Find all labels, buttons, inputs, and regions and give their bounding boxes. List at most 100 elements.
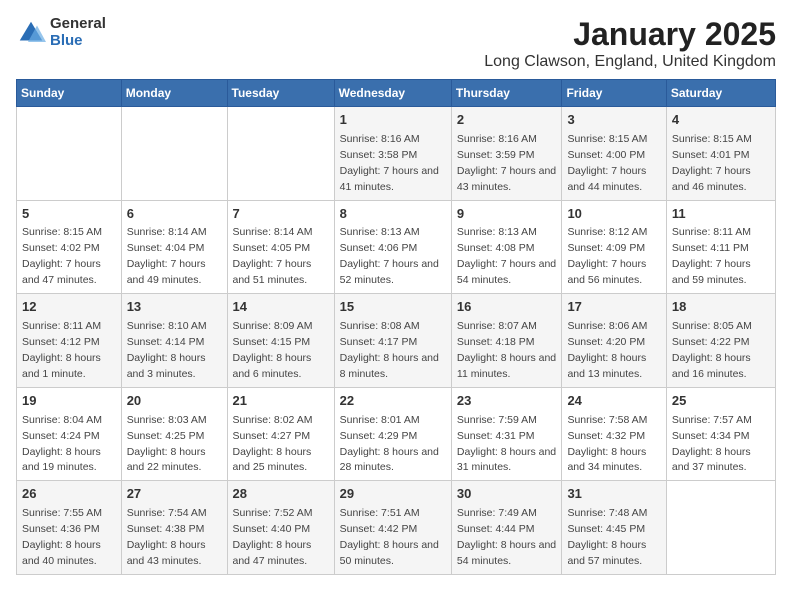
day-number: 14 (233, 298, 329, 317)
day-number: 1 (340, 111, 446, 130)
day-info: Sunrise: 8:16 AMSunset: 3:59 PMDaylight:… (457, 133, 556, 193)
day-info: Sunrise: 8:10 AMSunset: 4:14 PMDaylight:… (127, 320, 207, 380)
day-number: 6 (127, 205, 222, 224)
calendar-cell: 20Sunrise: 8:03 AMSunset: 4:25 PMDayligh… (121, 387, 227, 481)
day-info: Sunrise: 7:58 AMSunset: 4:32 PMDaylight:… (567, 414, 647, 474)
calendar-week-row: 26Sunrise: 7:55 AMSunset: 4:36 PMDayligh… (17, 481, 776, 575)
calendar-cell: 4 Sunrise: 8:15 AMSunset: 4:01 PMDaylight… (666, 107, 775, 201)
day-info: Sunrise: 8:16 AMSunset: 3:58 PMDaylight:… (340, 133, 439, 193)
day-number: 8 (340, 205, 446, 224)
calendar-cell: 16 Sunrise: 8:07 AMSunset: 4:18 PMDayligh… (451, 294, 562, 388)
day-number: 12 (22, 298, 116, 317)
day-number: 22 (340, 392, 446, 411)
day-number: 5 (22, 205, 116, 224)
calendar-cell: 25 Sunrise: 7:57 AMSunset: 4:34 PMDayligh… (666, 387, 775, 481)
main-title: January 2025 (484, 16, 776, 53)
header-day: Thursday (451, 80, 562, 107)
day-info: Sunrise: 8:06 AMSunset: 4:20 PMDaylight:… (567, 320, 647, 380)
header-day: Monday (121, 80, 227, 107)
calendar-cell: 22 Sunrise: 8:01 AMSunset: 4:29 PMDayligh… (334, 387, 451, 481)
calendar-cell: 10Sunrise: 8:12 AMSunset: 4:09 PMDayligh… (562, 200, 666, 294)
calendar-cell: 1 Sunrise: 8:16 AMSunset: 3:58 PMDaylight… (334, 107, 451, 201)
calendar-cell (666, 481, 775, 575)
calendar-cell: 12 Sunrise: 8:11 AMSunset: 4:12 PMDayligh… (17, 294, 122, 388)
day-info: Sunrise: 7:48 AMSunset: 4:45 PMDaylight:… (567, 507, 647, 567)
day-info: Sunrise: 8:05 AMSunset: 4:22 PMDaylight:… (672, 320, 752, 380)
logo-general: General (50, 16, 106, 33)
day-info: Sunrise: 8:12 AMSunset: 4:09 PMDaylight:… (567, 226, 647, 286)
calendar-cell: 28 Sunrise: 7:52 AMSunset: 4:40 PMDayligh… (227, 481, 334, 575)
day-info: Sunrise: 8:15 AMSunset: 4:02 PMDaylight:… (22, 226, 102, 286)
day-number: 16 (457, 298, 557, 317)
calendar-cell: 19Sunrise: 8:04 AMSunset: 4:24 PMDayligh… (17, 387, 122, 481)
day-number: 30 (457, 485, 557, 504)
day-number: 23 (457, 392, 557, 411)
title-area: January 2025 Long Clawson, England, Unit… (484, 16, 776, 71)
day-info: Sunrise: 8:15 AMSunset: 4:01 PMDaylight:… (672, 133, 752, 193)
calendar-cell: 30 Sunrise: 7:49 AMSunset: 4:44 PMDayligh… (451, 481, 562, 575)
day-info: Sunrise: 7:51 AMSunset: 4:42 PMDaylight:… (340, 507, 439, 567)
calendar-cell: 11Sunrise: 8:11 AMSunset: 4:11 PMDayligh… (666, 200, 775, 294)
day-number: 26 (22, 485, 116, 504)
calendar-cell: 7 Sunrise: 8:14 AMSunset: 4:05 PMDaylight… (227, 200, 334, 294)
header: General Blue January 2025 Long Clawson, … (16, 16, 776, 71)
day-number: 25 (672, 392, 770, 411)
calendar-cell: 29 Sunrise: 7:51 AMSunset: 4:42 PMDayligh… (334, 481, 451, 575)
day-number: 28 (233, 485, 329, 504)
calendar-table: SundayMondayTuesdayWednesdayThursdayFrid… (16, 79, 776, 575)
calendar-cell: 6 Sunrise: 8:14 AMSunset: 4:04 PMDaylight… (121, 200, 227, 294)
calendar-week-row: 5 Sunrise: 8:15 AMSunset: 4:02 PMDaylight… (17, 200, 776, 294)
calendar-cell (121, 107, 227, 201)
calendar-cell: 26Sunrise: 7:55 AMSunset: 4:36 PMDayligh… (17, 481, 122, 575)
day-info: Sunrise: 8:04 AMSunset: 4:24 PMDaylight:… (22, 414, 102, 474)
calendar-cell: 3Sunrise: 8:15 AMSunset: 4:00 PMDaylight… (562, 107, 666, 201)
day-info: Sunrise: 7:52 AMSunset: 4:40 PMDaylight:… (233, 507, 313, 567)
calendar-cell: 17 Sunrise: 8:06 AMSunset: 4:20 PMDayligh… (562, 294, 666, 388)
calendar-body: 1 Sunrise: 8:16 AMSunset: 3:58 PMDaylight… (17, 107, 776, 575)
day-info: Sunrise: 7:49 AMSunset: 4:44 PMDaylight:… (457, 507, 556, 567)
calendar-week-row: 19Sunrise: 8:04 AMSunset: 4:24 PMDayligh… (17, 387, 776, 481)
calendar-cell: 2 Sunrise: 8:16 AMSunset: 3:59 PMDaylight… (451, 107, 562, 201)
logo-blue: Blue (50, 33, 106, 50)
day-number: 4 (672, 111, 770, 130)
calendar-cell: 9Sunrise: 8:13 AMSunset: 4:08 PMDaylight… (451, 200, 562, 294)
logo: General Blue (16, 16, 106, 49)
calendar-cell: 21Sunrise: 8:02 AMSunset: 4:27 PMDayligh… (227, 387, 334, 481)
calendar-cell: 14Sunrise: 8:09 AMSunset: 4:15 PMDayligh… (227, 294, 334, 388)
day-number: 17 (567, 298, 660, 317)
day-info: Sunrise: 8:14 AMSunset: 4:05 PMDaylight:… (233, 226, 313, 286)
header-day: Saturday (666, 80, 775, 107)
day-number: 18 (672, 298, 770, 317)
day-info: Sunrise: 8:02 AMSunset: 4:27 PMDaylight:… (233, 414, 313, 474)
calendar-cell: 24 Sunrise: 7:58 AMSunset: 4:32 PMDayligh… (562, 387, 666, 481)
day-info: Sunrise: 8:11 AMSunset: 4:12 PMDaylight:… (22, 320, 101, 380)
day-info: Sunrise: 8:13 AMSunset: 4:06 PMDaylight:… (340, 226, 439, 286)
calendar-cell: 18 Sunrise: 8:05 AMSunset: 4:22 PMDayligh… (666, 294, 775, 388)
header-day: Friday (562, 80, 666, 107)
calendar-cell (17, 107, 122, 201)
calendar-cell (227, 107, 334, 201)
day-number: 7 (233, 205, 329, 224)
calendar-cell: 8 Sunrise: 8:13 AMSunset: 4:06 PMDaylight… (334, 200, 451, 294)
day-info: Sunrise: 8:03 AMSunset: 4:25 PMDaylight:… (127, 414, 207, 474)
day-info: Sunrise: 8:13 AMSunset: 4:08 PMDaylight:… (457, 226, 556, 286)
day-number: 24 (567, 392, 660, 411)
calendar-header: SundayMondayTuesdayWednesdayThursdayFrid… (17, 80, 776, 107)
calendar-week-row: 1 Sunrise: 8:16 AMSunset: 3:58 PMDaylight… (17, 107, 776, 201)
day-info: Sunrise: 8:14 AMSunset: 4:04 PMDaylight:… (127, 226, 207, 286)
day-info: Sunrise: 8:11 AMSunset: 4:11 PMDaylight:… (672, 226, 751, 286)
header-row: SundayMondayTuesdayWednesdayThursdayFrid… (17, 80, 776, 107)
calendar-cell: 15Sunrise: 8:08 AMSunset: 4:17 PMDayligh… (334, 294, 451, 388)
day-info: Sunrise: 7:57 AMSunset: 4:34 PMDaylight:… (672, 414, 752, 474)
day-number: 29 (340, 485, 446, 504)
subtitle: Long Clawson, England, United Kingdom (484, 53, 776, 71)
day-info: Sunrise: 7:54 AMSunset: 4:38 PMDaylight:… (127, 507, 207, 567)
logo-text: General Blue (50, 16, 106, 49)
day-info: Sunrise: 8:07 AMSunset: 4:18 PMDaylight:… (457, 320, 556, 380)
day-info: Sunrise: 8:01 AMSunset: 4:29 PMDaylight:… (340, 414, 439, 474)
calendar-week-row: 12 Sunrise: 8:11 AMSunset: 4:12 PMDayligh… (17, 294, 776, 388)
logo-icon (16, 18, 46, 48)
calendar-cell: 23Sunrise: 7:59 AMSunset: 4:31 PMDayligh… (451, 387, 562, 481)
day-number: 2 (457, 111, 557, 130)
day-number: 3 (567, 111, 660, 130)
